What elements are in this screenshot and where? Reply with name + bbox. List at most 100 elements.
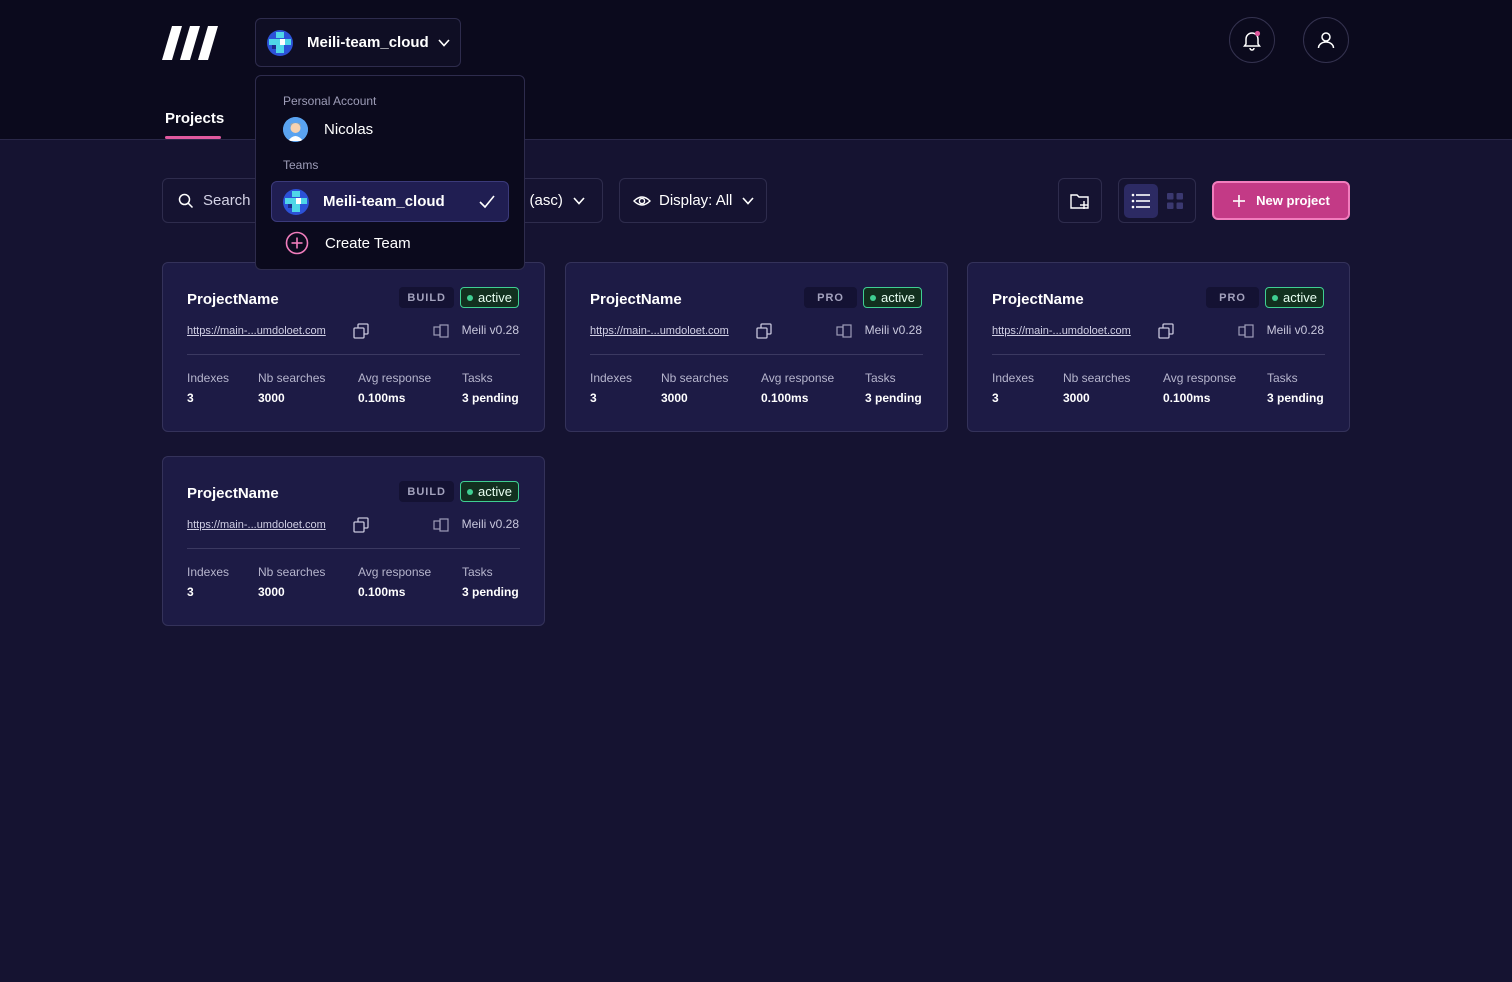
stat-label-avg: Avg response (761, 371, 835, 385)
tab-projects[interactable]: Projects (165, 110, 224, 127)
new-project-button[interactable]: New project (1212, 181, 1350, 220)
account-button[interactable] (1303, 17, 1349, 63)
stat-label-searches: Nb searches (1063, 371, 1131, 385)
card-divider (187, 354, 520, 355)
card-divider (992, 354, 1325, 355)
status-label: active (478, 484, 512, 499)
team-switcher-dropdown: Personal Account Nicolas Teams Meili-tea… (255, 75, 525, 270)
status-dot-icon (467, 294, 474, 301)
stat-value-tasks: 3 pending (865, 391, 922, 405)
stat-label-avg: Avg response (358, 565, 432, 579)
status-label: active (881, 290, 915, 305)
list-view-button[interactable] (1124, 183, 1158, 218)
status-badge: active (1265, 287, 1324, 308)
chevron-down-icon (742, 196, 754, 205)
personal-account-heading: Personal Account (283, 94, 377, 108)
version-icon (836, 324, 852, 338)
project-url-link[interactable]: https://main-...umdoloet.com (187, 325, 326, 337)
stat-value-avg: 0.100ms (358, 585, 406, 599)
team-avatar-icon (267, 29, 293, 56)
stat-value-indexes: 3 (187, 391, 194, 405)
stat-label-indexes: Indexes (187, 565, 230, 579)
project-version: Meili v0.28 (461, 323, 519, 337)
copy-icon[interactable] (1158, 323, 1174, 339)
notifications-button[interactable] (1229, 17, 1275, 63)
stat-label-searches: Nb searches (258, 371, 326, 385)
project-url-link[interactable]: https://main-...umdoloet.com (590, 325, 729, 337)
search-placeholder: Search (203, 192, 251, 209)
folder-plus-icon (1070, 193, 1089, 209)
personal-account-item[interactable]: Nicolas (283, 117, 373, 142)
stat-label-indexes: Indexes (992, 371, 1035, 385)
stat-value-avg: 0.100ms (1163, 391, 1211, 405)
stat-value-searches: 3000 (258, 585, 285, 599)
check-icon (479, 195, 495, 209)
teams-heading: Teams (283, 158, 319, 172)
plan-badge: PRO (1206, 287, 1259, 308)
stat-value-tasks: 3 pending (462, 585, 519, 599)
stat-label-indexes: Indexes (590, 371, 633, 385)
project-card[interactable]: ProjectName PRO active https://main-...u… (565, 262, 948, 432)
stat-value-searches: 3000 (258, 391, 285, 405)
stat-value-indexes: 3 (187, 585, 194, 599)
project-name: ProjectName (590, 291, 682, 308)
new-project-label: New project (1256, 193, 1330, 208)
project-name: ProjectName (187, 291, 279, 308)
version-icon (1238, 324, 1254, 338)
project-card[interactable]: ProjectName BUILD active https://main-..… (162, 262, 545, 432)
stat-label-searches: Nb searches (258, 565, 326, 579)
status-label: active (478, 290, 512, 305)
status-dot-icon (870, 294, 877, 301)
stat-value-tasks: 3 pending (1267, 391, 1324, 405)
meili-logo-icon[interactable] (162, 26, 218, 60)
project-url-link[interactable]: https://main-...umdoloet.com (992, 325, 1131, 337)
plan-badge: BUILD (399, 287, 454, 308)
plan-badge: BUILD (399, 481, 454, 502)
stat-value-indexes: 3 (590, 391, 597, 405)
grid-view-button[interactable] (1158, 184, 1192, 218)
eye-icon (633, 195, 651, 206)
display-label: Display: All (659, 192, 733, 209)
stat-value-indexes: 3 (992, 391, 999, 405)
version-icon (433, 518, 449, 532)
tab-active-indicator (165, 136, 221, 139)
project-url-link[interactable]: https://main-...umdoloet.com (187, 519, 326, 531)
team-item-meili-team-cloud[interactable]: Meili-team_cloud (271, 181, 509, 222)
status-dot-icon (1272, 294, 1279, 301)
copy-icon[interactable] (353, 517, 369, 533)
stat-value-avg: 0.100ms (761, 391, 809, 405)
stat-label-tasks: Tasks (462, 565, 493, 579)
stat-value-avg: 0.100ms (358, 391, 406, 405)
version-icon (433, 324, 449, 338)
team-selector[interactable]: Meili-team_cloud (255, 18, 461, 67)
stat-value-tasks: 3 pending (462, 391, 519, 405)
plus-icon (1233, 194, 1246, 207)
stat-label-avg: Avg response (358, 371, 432, 385)
grid-view-icon (1167, 192, 1183, 209)
new-folder-button[interactable] (1058, 178, 1102, 223)
project-card[interactable]: ProjectName BUILD active https://main-..… (162, 456, 545, 626)
stat-label-tasks: Tasks (865, 371, 896, 385)
project-card[interactable]: ProjectName PRO active https://main-...u… (967, 262, 1350, 432)
stat-label-avg: Avg response (1163, 371, 1237, 385)
stat-label-searches: Nb searches (661, 371, 729, 385)
card-divider (187, 548, 520, 549)
plus-circle-icon (285, 231, 309, 255)
status-badge: active (460, 287, 519, 308)
project-version: Meili v0.28 (1266, 323, 1324, 337)
user-icon (1317, 32, 1335, 49)
copy-icon[interactable] (756, 323, 772, 339)
top-header: Meili-team_cloud Projects (0, 0, 1512, 140)
stat-label-tasks: Tasks (462, 371, 493, 385)
bell-icon (1243, 30, 1261, 51)
project-version: Meili v0.28 (461, 517, 519, 531)
create-team-item[interactable]: Create Team (285, 231, 411, 255)
avatar (283, 117, 308, 142)
chevron-down-icon (573, 196, 585, 205)
stat-label-indexes: Indexes (187, 371, 230, 385)
status-dot-icon (467, 488, 474, 495)
list-view-icon (1131, 193, 1150, 208)
status-badge: active (460, 481, 519, 502)
copy-icon[interactable] (353, 323, 369, 339)
display-filter-select[interactable]: Display: All (619, 178, 767, 223)
